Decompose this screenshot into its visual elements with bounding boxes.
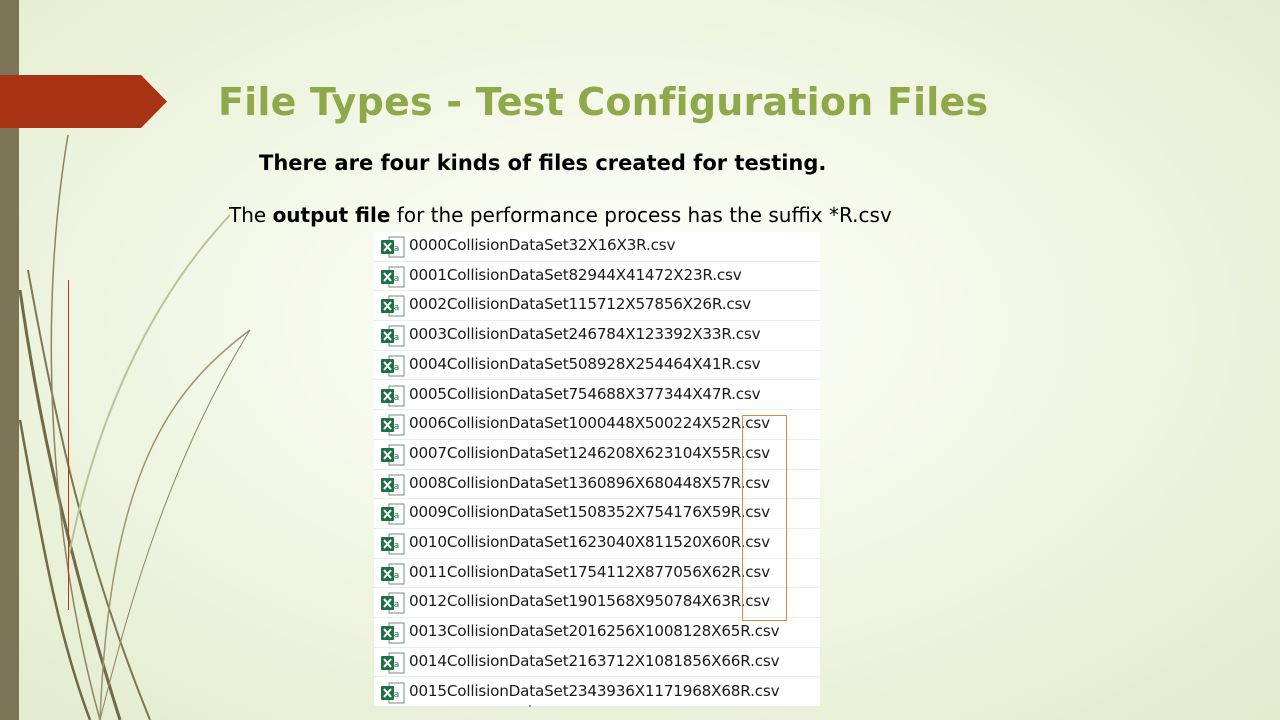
- excel-csv-icon: a: [380, 295, 406, 317]
- file-name: 0003CollisionDataSet246784X123392X33R.cs…: [409, 325, 761, 344]
- file-name: 0012CollisionDataSet1901568X950784X63R.c…: [409, 592, 770, 611]
- file-list-item[interactable]: a 0015CollisionDataSet2343936X1171968X68R…: [374, 678, 820, 708]
- file-list-item[interactable]: a 0003CollisionDataSet246784X123392X33R.c…: [374, 321, 820, 351]
- excel-csv-icon: a: [380, 533, 406, 555]
- file-list-item[interactable]: a 0000CollisionDataSet32X16X3R.csv: [374, 232, 820, 262]
- slide-title: File Types - Test Configuration Files: [218, 80, 989, 124]
- file-name: 0002CollisionDataSet115712X57856X26R.csv: [409, 295, 751, 314]
- excel-csv-icon: a: [380, 682, 406, 704]
- title-arrow-shape: [0, 75, 167, 128]
- svg-text:a: a: [394, 482, 400, 492]
- file-name: 0009CollisionDataSet1508352X754176X59R.c…: [409, 503, 770, 522]
- svg-text:a: a: [394, 660, 400, 670]
- excel-csv-icon: a: [380, 266, 406, 288]
- file-name: 0011CollisionDataSet1754112X877056X62R.c…: [409, 562, 770, 581]
- file-name: 0000CollisionDataSet32X16X3R.csv: [409, 236, 676, 254]
- excel-csv-icon: a: [380, 414, 406, 436]
- svg-text:a: a: [394, 541, 400, 551]
- file-name: 0001CollisionDataSet82944X41472X23R.csv: [409, 265, 742, 284]
- suffix-highlight-box: [742, 415, 787, 621]
- svg-text:a: a: [394, 422, 400, 432]
- file-list-item[interactable]: a 0013CollisionDataSet2016256X1008128X65R…: [374, 618, 820, 648]
- svg-text:a: a: [394, 452, 400, 462]
- svg-text:a: a: [394, 630, 400, 640]
- decorative-vertical-line: [68, 280, 69, 610]
- svg-text:a: a: [394, 333, 400, 343]
- description-prefix: The: [229, 203, 273, 227]
- file-name: 0007CollisionDataSet1246208X623104X55R.c…: [409, 443, 770, 462]
- file-name: 0005CollisionDataSet754688X377344X47R.cs…: [409, 384, 761, 403]
- svg-text:a: a: [394, 600, 400, 610]
- svg-text:a: a: [394, 244, 400, 254]
- excel-csv-icon: a: [380, 355, 406, 377]
- svg-text:a: a: [394, 393, 400, 403]
- file-name: 0006CollisionDataSet1000448X500224X52R.c…: [409, 414, 770, 433]
- excel-csv-icon: a: [380, 563, 406, 585]
- file-name: 0004CollisionDataSet508928X254464X41R.cs…: [409, 354, 761, 373]
- excel-csv-icon: a: [380, 444, 406, 466]
- file-list-item[interactable]: a 0005CollisionDataSet754688X377344X47R.c…: [374, 381, 820, 411]
- excel-csv-icon: a: [380, 236, 406, 258]
- svg-text:a: a: [394, 274, 400, 284]
- file-name: 0013CollisionDataSet2016256X1008128X65R.…: [409, 622, 780, 641]
- svg-text:a: a: [394, 303, 400, 313]
- slide-subtitle: There are four kinds of files created fo…: [259, 151, 827, 175]
- file-list-item[interactable]: a 0001CollisionDataSet82944X41472X23R.csv: [374, 262, 820, 292]
- svg-text:a: a: [394, 363, 400, 373]
- file-list-item[interactable]: a 0002CollisionDataSet115712X57856X26R.cs…: [374, 291, 820, 322]
- svg-text:a: a: [394, 571, 400, 581]
- excel-csv-icon: a: [380, 592, 406, 614]
- file-list-item[interactable]: a 0014CollisionDataSet2163712X1081856X66R…: [374, 648, 820, 678]
- excel-csv-icon: a: [380, 503, 406, 525]
- file-name: 0015CollisionDataSet2343936X1171968X68R.…: [409, 681, 780, 700]
- file-name: 0008CollisionDataSet1360896X680448X57R.c…: [409, 473, 770, 492]
- svg-text:a: a: [394, 690, 400, 700]
- stray-dot: [529, 705, 531, 707]
- slide-description: The output file for the performance proc…: [229, 203, 892, 227]
- excel-csv-icon: a: [380, 474, 406, 496]
- excel-csv-icon: a: [380, 622, 406, 644]
- excel-csv-icon: a: [380, 325, 406, 347]
- svg-text:a: a: [394, 511, 400, 521]
- excel-csv-icon: a: [380, 652, 406, 674]
- file-name: 0014CollisionDataSet2163712X1081856X66R.…: [409, 651, 780, 670]
- file-list-item[interactable]: a 0004CollisionDataSet508928X254464X41R.c…: [374, 351, 820, 381]
- file-name: 0010CollisionDataSet1623040X811520X60R.c…: [409, 533, 770, 551]
- description-suffix: for the performance process has the suff…: [390, 203, 892, 227]
- description-bold: output file: [272, 203, 391, 227]
- excel-csv-icon: a: [380, 385, 406, 407]
